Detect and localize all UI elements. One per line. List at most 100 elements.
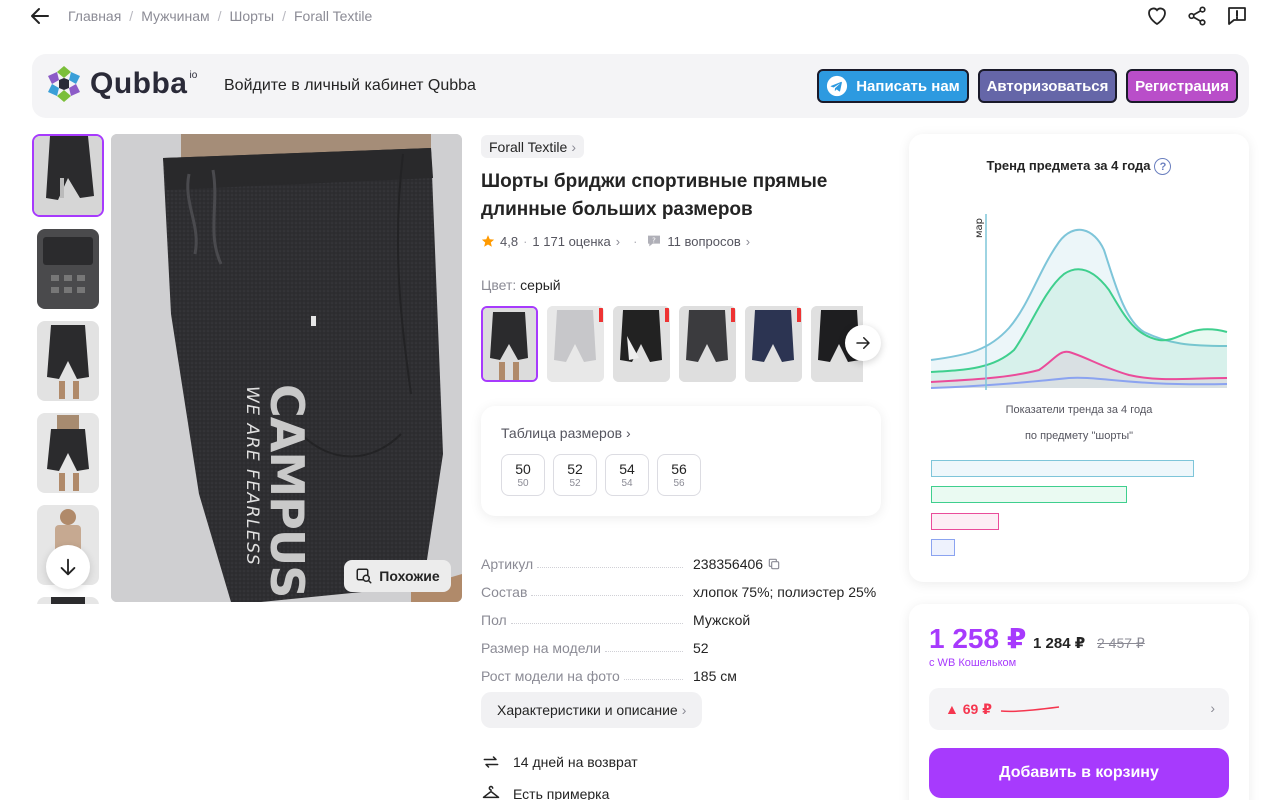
qubba-logo-icon xyxy=(48,66,80,102)
variant-black-white[interactable] xyxy=(613,306,670,382)
variant-navy[interactable] xyxy=(745,306,802,382)
thumbnail-4[interactable] xyxy=(37,413,99,493)
svg-text:?: ? xyxy=(652,235,656,244)
spec-value: 52 xyxy=(693,640,709,656)
breadcrumb: Главная / Мужчинам / Шорты / Forall Textile xyxy=(68,8,373,24)
price-old: 2 457 ₽ xyxy=(1097,635,1145,651)
size-options: 50 50 52 52 54 54 56 56 xyxy=(501,454,701,496)
product-title: Шорты бриджи спортивные прямые длинные б… xyxy=(481,171,828,220)
spec-key: Рост модели на фото xyxy=(481,668,624,684)
size-option[interactable]: 50 50 xyxy=(501,454,545,496)
variant-light-grey[interactable] xyxy=(547,306,604,382)
arrow-down-icon xyxy=(60,558,76,576)
price-card: 1 258 ₽ 1 284 ₽ 2 457 ₽ с WB Кошельком ▲… xyxy=(909,604,1249,800)
star-icon xyxy=(481,235,495,247)
wallet-note: с WB Кошельком xyxy=(929,657,1017,669)
price-regular: 1 284 ₽ xyxy=(1033,635,1086,652)
color-value: серый xyxy=(520,277,561,293)
size-option[interactable]: 54 54 xyxy=(605,454,649,496)
back-arrow-icon[interactable] xyxy=(28,4,52,28)
trend-title: Тренд предмета за 4 года? xyxy=(909,158,1249,176)
top-actions xyxy=(1144,3,1250,29)
breadcrumb-shorts[interactable]: Шорты xyxy=(230,8,275,24)
variant-dark-grey[interactable] xyxy=(679,306,736,382)
spec-list: Артикул 238356406 Состав хлопок 75%; пол… xyxy=(481,544,891,684)
price-delta: ▲ 69 ₽ xyxy=(945,701,992,717)
size-option[interactable]: 52 52 xyxy=(553,454,597,496)
reviews-link[interactable]: 1 171 оценка xyxy=(532,234,610,249)
fitting-available: Есть примерка xyxy=(481,784,609,800)
characteristics-button[interactable]: Характеристики и описание › xyxy=(481,692,703,728)
return-policy: 14 дней на возврат xyxy=(481,752,638,772)
report-icon[interactable] xyxy=(1224,3,1250,29)
heart-icon[interactable] xyxy=(1144,3,1170,29)
register-button[interactable]: Регистрация xyxy=(1126,69,1238,103)
hanger-icon xyxy=(482,785,500,799)
return-arrows-icon xyxy=(483,756,499,768)
spec-row: Состав хлопок 75%; полиэстер 25% xyxy=(481,572,891,600)
search-similar-icon xyxy=(356,568,372,584)
thumbnail-1[interactable] xyxy=(32,134,104,217)
qubba-logo: Qubba io xyxy=(44,64,197,104)
thumbnail-2[interactable] xyxy=(37,229,99,309)
spec-value: 185 см xyxy=(693,668,737,684)
brand-name: Forall Textile xyxy=(489,138,568,155)
price-history-button[interactable]: ▲ 69 ₽ › xyxy=(929,688,1229,730)
spec-key: Пол xyxy=(481,612,511,628)
add-to-cart-button[interactable]: Добавить в корзину xyxy=(929,748,1229,798)
thumbnail-3[interactable] xyxy=(37,321,99,401)
size-option[interactable]: 56 56 xyxy=(657,454,701,496)
trend-bar-lavender xyxy=(931,539,955,556)
trend-bar-blue xyxy=(931,460,1194,477)
thumbnail-6[interactable] xyxy=(37,597,99,604)
trend-chart: мар xyxy=(930,214,1228,390)
spec-row: Рост модели на фото 185 см xyxy=(481,656,891,684)
spec-value: хлопок 75%; полиэстер 25% xyxy=(693,584,877,600)
questions-link[interactable]: 11 вопросов xyxy=(667,234,740,249)
article-number: 238356406 xyxy=(693,556,764,572)
color-variants xyxy=(481,306,863,382)
breadcrumb-men[interactable]: Мужчинам xyxy=(141,8,209,24)
copy-icon[interactable] xyxy=(767,557,781,571)
size-table-link[interactable]: Таблица размеров › xyxy=(501,425,631,441)
size-table-card: Таблица размеров › 50 50 52 52 54 54 56 56 xyxy=(481,406,881,516)
brand-link[interactable]: Forall Textile › xyxy=(481,135,584,158)
month-marker-label: мар xyxy=(974,218,985,238)
qubba-login-prompt: Войдите в личный кабинет Qubba xyxy=(224,77,476,94)
chevron-right-icon: › xyxy=(625,425,631,441)
variant-grey[interactable] xyxy=(481,306,538,382)
rating-row: 4,8 · 1 171 оценка › · ? 11 вопросов › xyxy=(481,233,750,249)
question-bubble-icon: ? xyxy=(648,235,661,247)
print-campus: CAMPUS xyxy=(260,384,314,597)
write-us-label: Написать нам xyxy=(856,77,960,95)
chevron-right-icon: › xyxy=(571,138,576,155)
qubba-banner: Qubba io Войдите в личный кабинет Qubba … xyxy=(32,54,1249,118)
spec-row: Пол Мужской xyxy=(481,600,891,628)
print-tagline: WE ARE FEARLESS xyxy=(242,386,262,566)
login-button[interactable]: Авторизоваться xyxy=(978,69,1117,103)
spec-key: Размер на модели xyxy=(481,640,605,656)
qubba-logo-text: Qubba xyxy=(90,67,188,100)
similar-button[interactable]: Похожие xyxy=(344,560,451,592)
chevron-right-icon: › xyxy=(745,233,751,249)
price-current: 1 258 ₽ xyxy=(929,623,1027,654)
arrow-right-icon xyxy=(856,337,870,349)
main-product-photo[interactable]: CAMPUS WE ARE FEARLESS xyxy=(111,134,462,602)
thumbnails-scroll-down-button[interactable] xyxy=(46,545,90,589)
spec-row: Артикул 238356406 xyxy=(481,544,891,572)
breadcrumb-home[interactable]: Главная xyxy=(68,8,121,24)
chevron-right-icon: › xyxy=(681,702,687,718)
help-icon[interactable]: ? xyxy=(1154,158,1172,176)
similar-label: Похожие xyxy=(379,568,440,584)
variants-next-button[interactable] xyxy=(845,325,881,361)
chevron-right-icon: › xyxy=(1210,700,1215,716)
telegram-icon xyxy=(827,75,848,97)
spec-value: Мужской xyxy=(693,612,751,628)
write-us-button[interactable]: Написать нам xyxy=(817,69,969,103)
trend-bar-green xyxy=(931,486,1127,503)
price-history-sparkline xyxy=(1000,706,1060,713)
spec-key: Состав xyxy=(481,584,532,600)
breadcrumb-brand[interactable]: Forall Textile xyxy=(294,8,372,24)
share-icon[interactable] xyxy=(1184,3,1210,29)
trend-card: Тренд предмета за 4 года? мар Показатели… xyxy=(909,134,1249,582)
